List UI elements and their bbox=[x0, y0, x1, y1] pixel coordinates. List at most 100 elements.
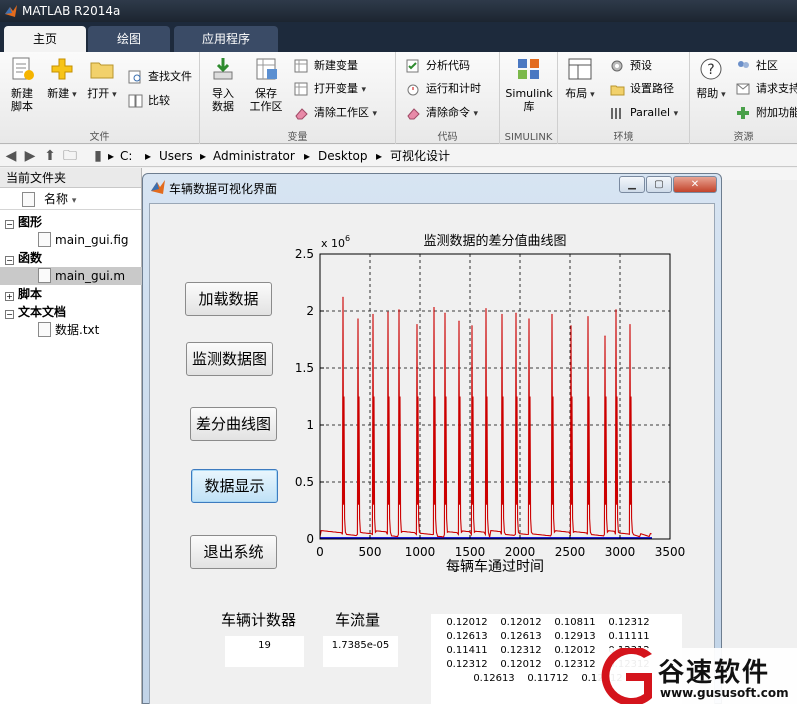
browse-folder-icon[interactable]: 🗀 bbox=[62, 148, 78, 164]
clear-commands-icon bbox=[407, 108, 420, 120]
simulink-library-button[interactable]: Simulink 库 bbox=[502, 56, 556, 113]
breadcrumb-desktop[interactable]: Desktop bbox=[318, 147, 368, 165]
breadcrumb-current-folder[interactable]: 可视化设计 bbox=[390, 147, 450, 165]
add-ons-button[interactable]: 附加功能 bbox=[736, 103, 797, 123]
maximize-button[interactable]: ▢ bbox=[646, 176, 672, 193]
run-and-time-button[interactable]: 运行和计时 bbox=[406, 79, 481, 99]
open-button[interactable]: 打开 bbox=[84, 56, 120, 102]
save-workspace-label: 保存 工作区 bbox=[249, 87, 283, 113]
breadcrumb-separator: ▸ bbox=[200, 149, 207, 163]
layout-button[interactable]: 布局 bbox=[562, 56, 598, 102]
table-cell: 0.12012 bbox=[446, 617, 488, 628]
watermark-url: www.gususoft.com bbox=[660, 686, 789, 700]
expand-icon[interactable]: + bbox=[5, 292, 14, 301]
up-folder-icon[interactable]: ⬆ bbox=[42, 148, 58, 164]
new-button[interactable]: 新建 bbox=[44, 56, 80, 102]
help-button[interactable]: ? 帮助 bbox=[694, 56, 728, 102]
tab-apps[interactable]: 应用程序 bbox=[174, 26, 278, 52]
gui-client-area: 0 500 1000 1500 2000 2500 3000 3500 0 0.5 1 1.5 2 2.5… bbox=[149, 203, 715, 704]
compare-button[interactable]: 比较 bbox=[128, 91, 170, 111]
chart-ticks: 0 500 1000 1500 2000 2500 3000 3500 0 0.5 1 1.5 2 2.5 bbox=[295, 247, 685, 559]
diff-curve-button[interactable]: 差分曲线图 bbox=[190, 407, 277, 441]
request-support-button[interactable]: 请求支持 bbox=[736, 79, 797, 99]
parallel-button[interactable]: Parallel bbox=[610, 103, 678, 123]
environment-group: 布局 预设 设置路径 Parallel 环境 bbox=[558, 52, 690, 144]
app-title: MATLAB R2014a bbox=[22, 4, 121, 18]
collapse-icon[interactable]: − bbox=[5, 220, 14, 229]
table-cell: 0.12913 bbox=[554, 631, 596, 642]
collapse-icon[interactable]: − bbox=[5, 310, 14, 319]
new-script-button[interactable]: 新建 脚本 bbox=[4, 56, 40, 113]
community-button[interactable]: 社区 bbox=[736, 56, 778, 76]
x-tick-label: 0 bbox=[316, 545, 324, 559]
clear-workspace-button[interactable]: 清除工作区 bbox=[294, 103, 377, 123]
monitor-plot-button[interactable]: 监测数据图 bbox=[186, 342, 273, 376]
txt-file-icon bbox=[38, 322, 51, 337]
stopwatch-icon bbox=[407, 84, 419, 96]
breadcrumb-drive[interactable]: C: bbox=[120, 147, 132, 165]
tree-group-figures[interactable]: − 图形 bbox=[0, 213, 142, 231]
table-cell: 0.12012 bbox=[500, 659, 542, 670]
close-button[interactable]: ✕ bbox=[673, 176, 717, 193]
file-item[interactable]: main_gui.fig bbox=[0, 231, 142, 249]
preferences-button[interactable]: 预设 bbox=[610, 56, 652, 76]
open-variable-button[interactable]: 打开变量 bbox=[294, 79, 366, 99]
tab-plots[interactable]: 绘图 bbox=[88, 26, 170, 52]
clear-commands-button[interactable]: 清除命令 bbox=[406, 103, 478, 123]
exit-system-button[interactable]: 退出系统 bbox=[190, 535, 277, 569]
simulink-group-label: SIMULINK bbox=[504, 132, 553, 143]
series-peak-point bbox=[515, 312, 517, 314]
file-group-label: 文件 bbox=[89, 132, 110, 143]
forward-icon[interactable]: ▶ bbox=[22, 148, 38, 164]
tree-group-scripts[interactable]: + 脚本 bbox=[0, 285, 142, 303]
set-path-label: 设置路径 bbox=[630, 82, 674, 95]
save-workspace-button[interactable]: 保存 工作区 bbox=[246, 56, 286, 113]
code-group-label: 代码 bbox=[437, 132, 458, 143]
import-data-button[interactable]: 导入 数据 bbox=[204, 56, 242, 113]
series-peak-point bbox=[551, 313, 553, 316]
preferences-label: 预设 bbox=[630, 59, 652, 72]
simulink-icon bbox=[518, 59, 539, 79]
plus-icon bbox=[51, 58, 73, 80]
breadcrumb-administrator[interactable]: Administrator bbox=[213, 147, 295, 165]
community-label: 社区 bbox=[756, 59, 778, 72]
x-tick-label: 1000 bbox=[405, 545, 436, 559]
x-tick-label: 500 bbox=[359, 545, 382, 559]
tree-group-label: 图形 bbox=[18, 215, 43, 229]
new-variable-button[interactable]: 新建变量 bbox=[294, 56, 358, 76]
series-peak-point bbox=[471, 325, 473, 327]
table-cell: 0.12012 bbox=[500, 617, 542, 628]
svg-text:?: ? bbox=[707, 62, 714, 78]
series-peak-point bbox=[433, 306, 435, 309]
environment-group-label: 环境 bbox=[613, 132, 634, 143]
watermark-logo-icon bbox=[601, 648, 652, 704]
table-cell: 0.12312 bbox=[500, 645, 542, 656]
set-path-button[interactable]: 设置路径 bbox=[610, 79, 674, 99]
help-icon: ? bbox=[700, 58, 722, 80]
matlab-title-bar: MATLAB R2014a bbox=[0, 0, 797, 22]
collapse-icon[interactable]: − bbox=[5, 256, 14, 265]
y-tick-label: 2.5 bbox=[295, 247, 314, 261]
back-icon[interactable]: ◀ bbox=[3, 148, 19, 164]
find-files-button[interactable]: 查找文件 bbox=[128, 67, 192, 87]
sort-down-icon: ▾ bbox=[71, 196, 77, 206]
file-item-selected[interactable]: main_gui.m bbox=[0, 267, 142, 285]
open-variable-label: 打开变量 bbox=[314, 82, 358, 95]
name-column-header[interactable]: 名称 ▾ bbox=[0, 188, 141, 210]
tree-group-functions[interactable]: − 函数 bbox=[0, 249, 142, 267]
breadcrumb-separator: ▸ bbox=[304, 149, 311, 163]
tab-home[interactable]: 主页 bbox=[4, 26, 86, 52]
tree-group-text-docs[interactable]: − 文本文档 bbox=[0, 303, 142, 321]
ribbon-tab-bar: 主页 绘图 应用程序 bbox=[0, 22, 797, 52]
open-label: 打开 bbox=[84, 87, 120, 102]
data-display-button[interactable]: 数据显示 bbox=[191, 469, 278, 503]
minimize-button[interactable]: ▁ bbox=[619, 176, 645, 193]
file-item[interactable]: 数据.txt bbox=[0, 321, 142, 339]
analyze-code-button[interactable]: 分析代码 bbox=[406, 56, 470, 76]
breadcrumb-separator: ▸ bbox=[108, 149, 115, 163]
name-column-label: 名称 bbox=[44, 192, 69, 206]
matlab-figure-icon bbox=[151, 180, 165, 194]
breadcrumb-users[interactable]: Users bbox=[159, 147, 193, 165]
layout-icon bbox=[568, 58, 592, 80]
load-data-button[interactable]: 加载数据 bbox=[185, 282, 272, 316]
